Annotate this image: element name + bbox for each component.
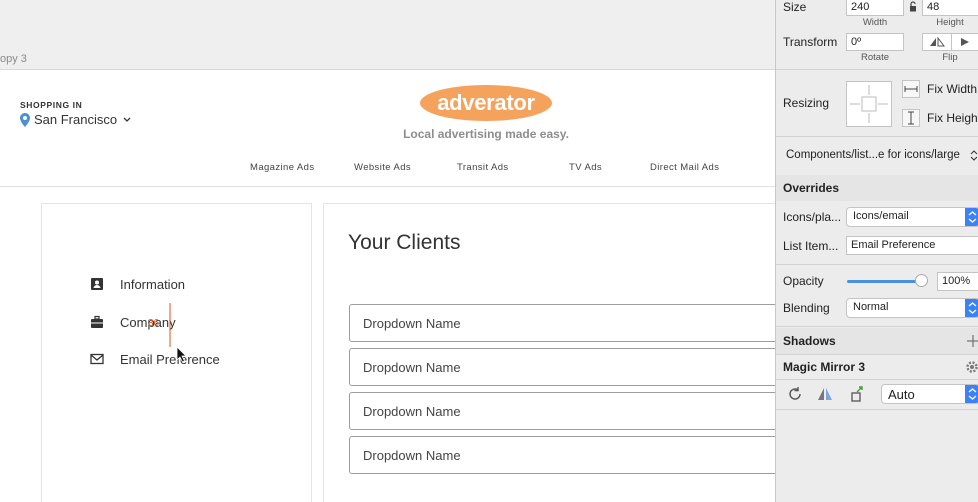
divider [776, 409, 978, 410]
menu-item-company[interactable]: Company [90, 312, 176, 332]
fix-height-label: Fix Height [927, 111, 978, 125]
plugin-title: Magic Mirror 3 [783, 360, 866, 374]
flip-controls [922, 33, 978, 51]
menu-item-label: Information [120, 276, 186, 292]
flip-vertical-icon [961, 38, 970, 46]
nav-magazine-ads[interactable]: Magazine Ads [250, 162, 314, 173]
width-field[interactable]: 240 [846, 0, 904, 16]
lock-icon[interactable] [909, 1, 917, 12]
height-caption: Height [936, 17, 964, 28]
divider [776, 379, 978, 380]
page-title: Your Clients [348, 231, 461, 254]
divider [776, 354, 978, 355]
flip-horizontal-icon [929, 37, 945, 47]
dropdown-4[interactable]: Dropdown Name [349, 436, 775, 474]
blending-value: Normal [853, 301, 889, 313]
logo-text: adverator [437, 90, 535, 115]
override-icons-value: Icons/email [853, 210, 909, 222]
refresh-icon[interactable] [787, 386, 803, 402]
divider [776, 136, 978, 137]
menu-item-label: Email Preference [120, 351, 220, 367]
select-arrow-icon [965, 385, 978, 403]
fix-width-toggle[interactable] [902, 80, 920, 98]
dropdown-1[interactable]: Dropdown Name [349, 304, 775, 342]
override-icons-label: Icons/pla... [783, 210, 842, 224]
rotate-caption: Rotate [861, 52, 889, 63]
gear-icon[interactable] [965, 360, 978, 374]
symbol-name[interactable]: Components/list...e for icons/large [786, 149, 960, 161]
mouse-cursor-icon [176, 346, 187, 363]
resizing-pins-icon [850, 85, 888, 123]
opacity-slider-knob[interactable] [915, 274, 928, 287]
width-caption: Width [862, 17, 888, 28]
city-label: San Francisco [34, 112, 118, 127]
size-label: Size [783, 0, 807, 14]
opacity-label: Opacity [783, 274, 824, 288]
stepper-arrows-icon[interactable] [970, 149, 978, 162]
plugin-mode-value: Auto [888, 387, 915, 402]
contact-card-icon [91, 278, 103, 290]
opacity-field[interactable]: 100% [937, 272, 978, 291]
inspector-panel: Size 240 48 Width Height Transform 0º Ro… [775, 0, 978, 502]
override-list-field[interactable]: Email Preference [846, 236, 978, 255]
dropdown-2[interactable]: Dropdown Name [349, 348, 775, 386]
nav-tv-ads[interactable]: TV Ads [569, 162, 602, 173]
menu-item-information[interactable]: Information [90, 274, 185, 294]
overrides-header: Overrides [776, 175, 978, 201]
divider [776, 326, 978, 327]
override-list-label: List Item... [783, 239, 839, 253]
height-field[interactable]: 48 [922, 0, 978, 16]
rotate-field[interactable]: 0º [846, 33, 904, 51]
tagline: Local advertising made easy. [403, 127, 569, 141]
chevron-down-icon [123, 117, 131, 122]
apply-layer-icon[interactable] [851, 386, 867, 402]
envelope-icon [90, 353, 104, 365]
city-selector[interactable]: San Francisco [20, 112, 131, 127]
nav-website-ads[interactable]: Website Ads [354, 162, 411, 173]
nav-direct-mail-ads[interactable]: Direct Mail Ads [650, 162, 719, 173]
mirror-icon[interactable] [817, 386, 833, 402]
blending-select[interactable]: Normal [846, 298, 978, 318]
fix-width-icon [904, 86, 918, 92]
transform-label: Transform [783, 35, 838, 49]
overrides-label: Overrides [783, 181, 840, 195]
plugin-mode-select[interactable]: Auto [881, 384, 978, 404]
resizing-label: Resizing [783, 96, 830, 110]
flip-horizontal-button[interactable] [923, 34, 952, 50]
flip-caption: Flip [942, 52, 958, 63]
fix-width-label: Fix Width [927, 82, 978, 96]
nav-transit-ads[interactable]: Transit Ads [457, 162, 509, 173]
shopping-in[interactable]: SHOPPING IN San Francisco [20, 100, 131, 127]
add-shadow-icon[interactable] [967, 335, 978, 347]
menu-item-email-preference[interactable]: Email Preference [90, 349, 220, 369]
select-arrow-icon [965, 208, 978, 226]
spacing-measure-line [169, 303, 171, 347]
divider [776, 264, 978, 265]
fix-height-icon [908, 111, 914, 125]
site-header: SHOPPING IN San Francisco adverator Loca… [0, 70, 775, 187]
shopping-in-label: SHOPPING IN [20, 100, 83, 110]
location-pin-icon [20, 112, 30, 127]
select-arrow-icon [965, 299, 978, 317]
account-menu-card: Information Company Email Preference 36 [41, 203, 312, 502]
shadows-label: Shadows [783, 334, 836, 348]
shadows-header: Shadows [776, 328, 978, 354]
opacity-slider-track[interactable] [847, 280, 925, 283]
resizing-widget[interactable] [846, 81, 892, 127]
canvas[interactable]: opy 3 SHOPPING IN San Francisco adverato… [0, 0, 775, 502]
clients-card: Your Clients Dropdown Name Dropdown Name… [323, 203, 775, 502]
flip-vertical-button[interactable] [952, 34, 978, 50]
artboard[interactable]: SHOPPING IN San Francisco adverator Loca… [0, 69, 775, 502]
dropdown-3[interactable]: Dropdown Name [349, 392, 775, 430]
fix-height-toggle[interactable] [902, 109, 920, 127]
override-icons-select[interactable]: Icons/email [846, 207, 978, 227]
briefcase-icon [91, 315, 103, 328]
artboard-label[interactable]: opy 3 [0, 53, 27, 65]
spacing-measure-value: 36 [148, 318, 160, 329]
blending-label: Blending [783, 301, 830, 315]
brand-logo[interactable]: adverator [419, 84, 553, 122]
divider [776, 69, 978, 70]
